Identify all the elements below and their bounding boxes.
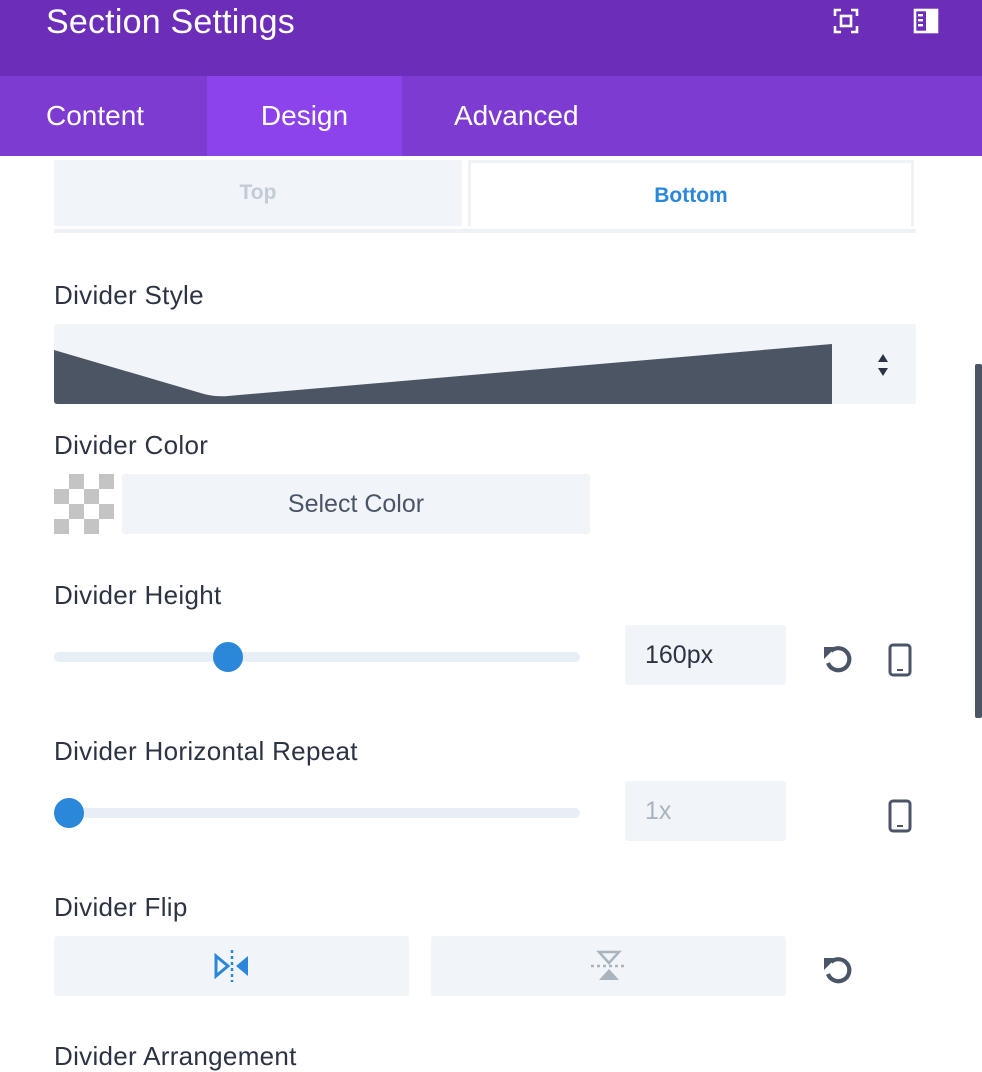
modal-title: Section Settings — [46, 3, 295, 41]
segment-underline — [54, 229, 916, 233]
divider-shape-preview — [54, 344, 832, 404]
divider-top-tab[interactable]: Top — [54, 160, 462, 226]
color-swatch[interactable] — [54, 474, 114, 534]
flip-vertical-button[interactable] — [431, 936, 786, 996]
fullscreen-icon[interactable] — [833, 8, 859, 34]
modal-header: Section Settings — [0, 0, 982, 76]
settings-tabs: Content Design Advanced — [0, 76, 982, 156]
mobile-device-icon[interactable] — [888, 799, 912, 838]
flip-vertical-icon — [591, 950, 627, 980]
divider-flip-label: Divider Flip — [54, 892, 188, 922]
divider-color-label: Divider Color — [54, 430, 209, 460]
divider-height-input[interactable]: 160px — [625, 625, 786, 685]
divider-bottom-tab[interactable]: Bottom — [468, 160, 914, 226]
flip-horizontal-icon — [214, 950, 248, 982]
divider-repeat-label: Divider Horizontal Repeat — [54, 736, 358, 766]
mobile-device-icon[interactable] — [888, 643, 912, 682]
divider-arrangement-label: Divider Arrangement — [54, 1041, 297, 1071]
tab-design[interactable]: Design — [207, 76, 402, 156]
reset-icon[interactable] — [822, 955, 854, 992]
tab-advanced[interactable]: Advanced — [454, 76, 594, 156]
flip-horizontal-button[interactable] — [54, 936, 409, 996]
tab-content[interactable]: Content — [46, 76, 156, 156]
divider-repeat-slider-handle[interactable] — [54, 798, 84, 828]
divider-height-slider[interactable] — [54, 652, 580, 662]
divider-repeat-input[interactable]: 1x — [625, 781, 786, 841]
reset-icon[interactable] — [822, 644, 854, 681]
select-color-button[interactable]: Select Color — [122, 474, 590, 534]
divider-style-select[interactable] — [54, 324, 916, 404]
divider-height-label: Divider Height — [54, 580, 222, 610]
sidebar-icon[interactable] — [913, 8, 939, 34]
scrollbar[interactable] — [975, 364, 982, 718]
divider-repeat-slider[interactable] — [54, 808, 580, 818]
updown-arrows-icon — [878, 354, 888, 376]
divider-style-label: Divider Style — [54, 280, 204, 310]
divider-height-slider-handle[interactable] — [213, 642, 243, 672]
